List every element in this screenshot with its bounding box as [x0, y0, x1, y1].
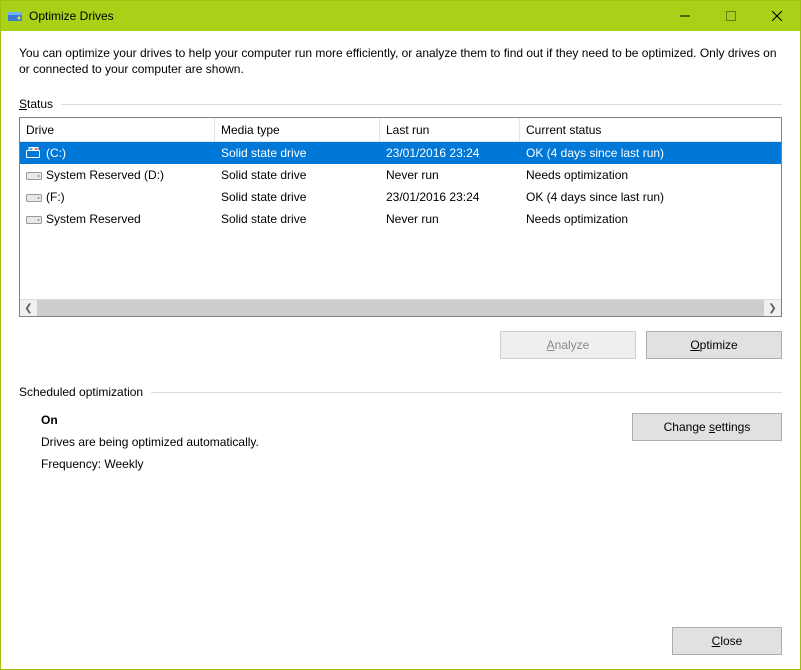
cell-drive: (C:): [20, 142, 215, 164]
cell-status: Needs optimization: [520, 164, 781, 186]
list-header[interactable]: Drive Media type Last run Current status: [20, 118, 781, 142]
titlebar[interactable]: Optimize Drives: [1, 1, 800, 31]
cell-status: OK (4 days since last run): [520, 186, 781, 208]
table-row[interactable]: (C:) Solid state drive23/01/2016 23:24OK …: [20, 142, 781, 164]
footer: Close: [19, 627, 782, 655]
list-body: (C:)Solid state drive23/01/2016 23:24OK …: [20, 142, 781, 299]
drive-name: (C:): [46, 146, 66, 160]
data-drive-icon: [26, 191, 42, 203]
scroll-left-arrow[interactable]: ❮: [20, 300, 37, 317]
close-button[interactable]: Close: [672, 627, 782, 655]
drive-name: System Reserved (D:): [46, 168, 164, 182]
optimize-button[interactable]: Optimize: [646, 331, 782, 359]
col-header-drive[interactable]: Drive: [20, 118, 215, 141]
minimize-button[interactable]: [662, 1, 708, 31]
schedule-label: Scheduled optimization: [19, 385, 143, 399]
col-header-media[interactable]: Media type: [215, 118, 380, 141]
app-icon: [7, 8, 23, 24]
table-row[interactable]: System Reserved (D:) Solid state driveNev…: [20, 164, 781, 186]
schedule-freq: Frequency: Weekly: [41, 457, 632, 471]
cell-media: Solid state drive: [215, 186, 380, 208]
status-label: Status: [19, 97, 53, 111]
cell-last-run: 23/01/2016 23:24: [380, 142, 520, 164]
cell-media: Solid state drive: [215, 164, 380, 186]
scroll-track[interactable]: [37, 300, 764, 316]
cell-last-run: Never run: [380, 208, 520, 230]
divider: [151, 392, 782, 393]
col-header-status[interactable]: Current status: [520, 118, 781, 141]
content-area: You can optimize your drives to help you…: [1, 31, 800, 669]
os-drive-icon: [26, 147, 42, 159]
data-drive-icon: [26, 213, 42, 225]
window-title: Optimize Drives: [29, 9, 662, 23]
table-row[interactable]: (F:) Solid state drive23/01/2016 23:24OK …: [20, 186, 781, 208]
cell-drive: (F:): [20, 186, 215, 208]
scroll-right-arrow[interactable]: ❯: [764, 300, 781, 317]
analyze-button: Analyze: [500, 331, 636, 359]
cell-last-run: Never run: [380, 164, 520, 186]
drive-name: (F:): [46, 190, 65, 204]
col-header-last[interactable]: Last run: [380, 118, 520, 141]
schedule-desc: Drives are being optimized automatically…: [41, 435, 632, 449]
status-section-header: Status: [19, 97, 782, 111]
maximize-button: [708, 1, 754, 31]
intro-text: You can optimize your drives to help you…: [19, 45, 782, 77]
close-window-button[interactable]: [754, 1, 800, 31]
cell-last-run: 23/01/2016 23:24: [380, 186, 520, 208]
window-controls: [662, 1, 800, 31]
cell-media: Solid state drive: [215, 142, 380, 164]
cell-drive: System Reserved: [20, 208, 215, 230]
schedule-body: On Drives are being optimized automatica…: [19, 405, 782, 479]
cell-status: OK (4 days since last run): [520, 142, 781, 164]
cell-drive: System Reserved (D:): [20, 164, 215, 186]
schedule-section-header: Scheduled optimization: [19, 385, 782, 399]
drives-list[interactable]: Drive Media type Last run Current status…: [19, 117, 782, 317]
drive-name: System Reserved: [46, 212, 141, 226]
cell-media: Solid state drive: [215, 208, 380, 230]
schedule-state: On: [41, 413, 632, 427]
divider: [61, 104, 782, 105]
horizontal-scrollbar[interactable]: ❮ ❯: [20, 299, 781, 316]
action-buttons: Analyze Optimize: [19, 331, 782, 359]
optimize-drives-window: Optimize Drives You can optimize your dr…: [0, 0, 801, 670]
table-row[interactable]: System Reserved Solid state driveNever ru…: [20, 208, 781, 230]
data-drive-icon: [26, 169, 42, 181]
cell-status: Needs optimization: [520, 208, 781, 230]
change-settings-button[interactable]: Change settings: [632, 413, 782, 441]
